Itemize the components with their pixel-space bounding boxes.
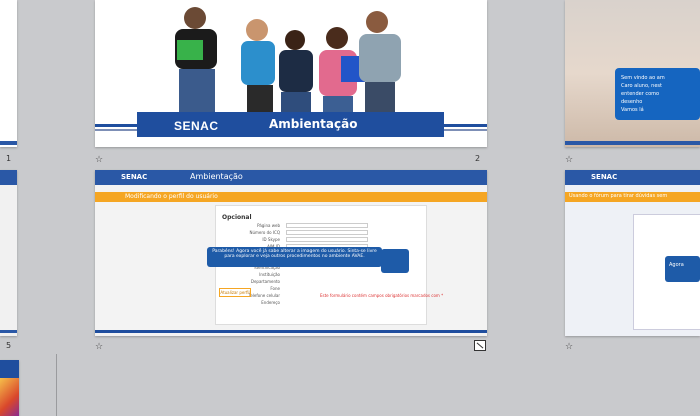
field-label: Página web: [257, 223, 280, 228]
senac-logo: SENAC: [121, 173, 148, 181]
star-icon[interactable]: ☆: [565, 156, 573, 165]
slide-footer-bar: [0, 141, 17, 145]
step-title: Modificando o perfil do usuário: [125, 193, 218, 200]
callout-shape: [381, 249, 409, 273]
slide-footer-bar: [95, 330, 487, 333]
star-icon[interactable]: ☆: [565, 343, 573, 352]
field-label: Número do ICQ: [249, 230, 280, 235]
field-label: Endereço: [261, 300, 280, 305]
field-input[interactable]: [286, 237, 368, 242]
field-input[interactable]: [286, 230, 368, 235]
field-label: ID Skype: [262, 237, 280, 242]
animation-icon[interactable]: [474, 340, 486, 351]
slide-thumbnail-5[interactable]: [0, 170, 17, 336]
caption-line: Vamos lá: [621, 107, 644, 113]
slide-number: 5: [6, 341, 12, 350]
welcome-caption: Sem vindo ao am Caro aluno, nest entende…: [615, 68, 700, 120]
field-input[interactable]: [286, 223, 368, 228]
slide-header-bar: [0, 360, 19, 378]
slide-thumbnail-9[interactable]: [0, 360, 19, 416]
slide-thumbnail-7[interactable]: SENAC Usando o fórum para tirar dúvidas …: [565, 170, 700, 336]
step-bar: Usando o fórum para tirar dúvidas sem: [565, 192, 700, 202]
callout: Agora: [665, 256, 700, 282]
caption-line: entender como: [621, 91, 660, 97]
slide-title: Ambientação: [190, 172, 243, 181]
star-icon[interactable]: ☆: [95, 343, 103, 352]
students-photo: [95, 0, 487, 112]
senac-logo: SENAC: [591, 173, 618, 181]
slide-thumbnail-6[interactable]: SENAC Ambientação Modificando o perfil d…: [95, 170, 487, 336]
senac-logo: SENAC: [174, 119, 219, 133]
slide-number: 2: [475, 154, 481, 163]
slide-thumbnail-2[interactable]: SENAC Ambientação: [95, 0, 487, 147]
slide-footer-bar: [0, 330, 17, 333]
slide-footer-bar: [565, 141, 700, 145]
congrats-callout: Parabéns! Agora você já sabe alterar a i…: [207, 247, 382, 267]
slide-number: 1: [6, 154, 12, 163]
field-label: Instituição: [259, 272, 280, 277]
caption-line: Caro aluno, nest: [621, 83, 662, 89]
slide-title: Ambientação: [269, 117, 358, 131]
update-profile-button[interactable]: Atualizar perfil: [219, 288, 251, 297]
slide-thumbnail-1[interactable]: [0, 0, 17, 147]
slide-header-bar: SENAC: [565, 170, 700, 185]
slide-header-bar: SENAC Ambientação: [95, 170, 487, 185]
panel-divider: [56, 354, 57, 416]
slide-thumbnail-3[interactable]: Sem vindo ao am Caro aluno, nest entende…: [565, 0, 700, 147]
step-title: Usando o fórum para tirar dúvidas sem: [569, 193, 668, 199]
title-banner: SENAC Ambientação: [137, 112, 444, 137]
caption-line: desenho: [621, 99, 643, 105]
step-bar: Modificando o perfil do usuário: [95, 192, 487, 202]
star-icon[interactable]: ☆: [95, 156, 103, 165]
section-heading: Opcional: [222, 214, 252, 221]
field-label: Departamento: [250, 279, 280, 284]
required-note: Este formulário contém campos obrigatóri…: [320, 293, 444, 298]
callout-text: Agora: [669, 262, 684, 268]
caption-line: Sem vindo ao am: [621, 75, 665, 81]
slide-image: [0, 378, 19, 416]
slide-header-bar: [0, 170, 17, 185]
